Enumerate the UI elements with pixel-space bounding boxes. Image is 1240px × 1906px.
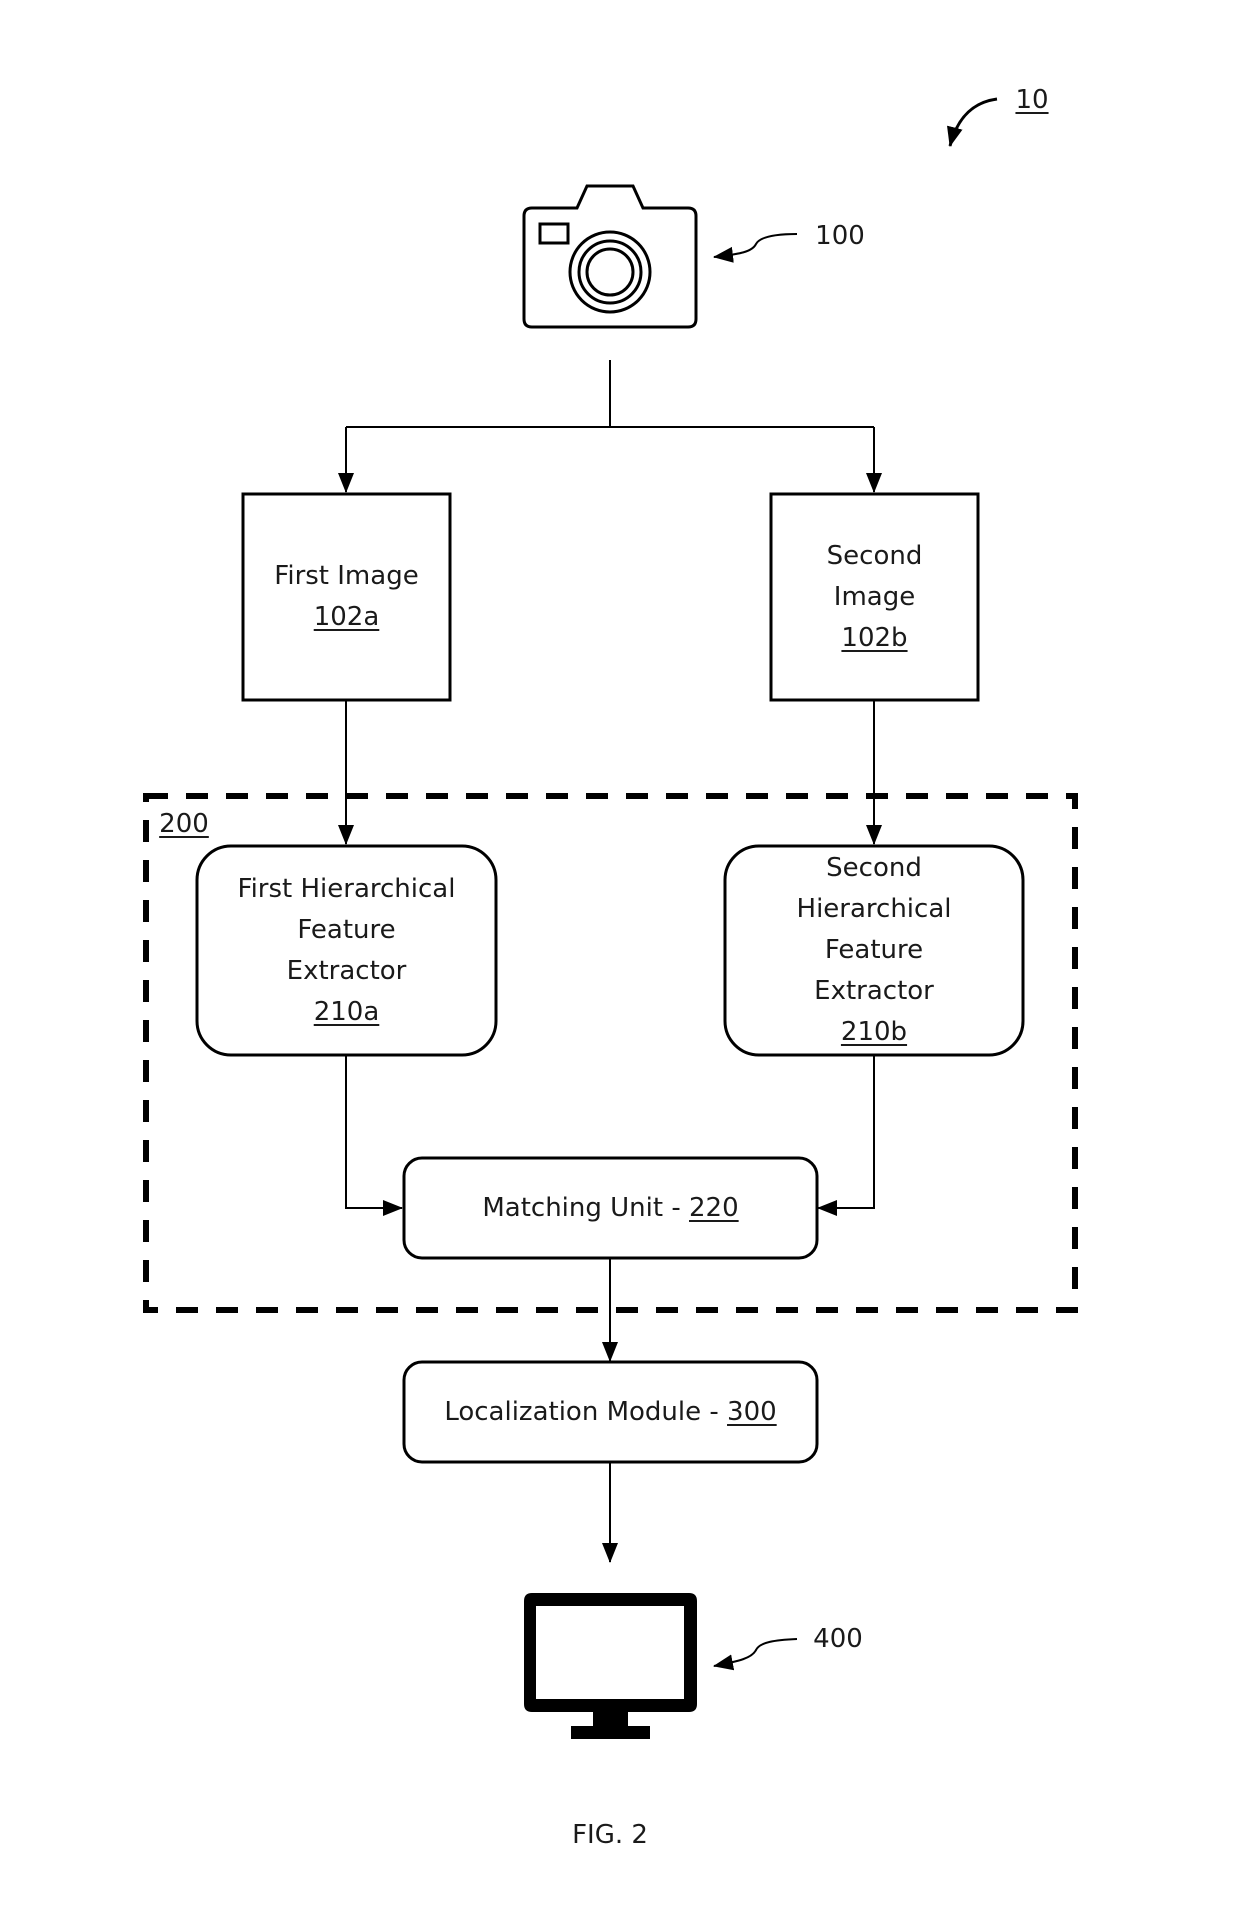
second-extractor-label: Second Hierarchical Feature Extractor 21… xyxy=(725,846,1023,1055)
second-extractor-line3: Feature xyxy=(824,935,924,965)
second-extractor-line4: Extractor xyxy=(814,976,934,1006)
second-extractor-line2: Hierarchical xyxy=(796,894,952,924)
edge-second-extractor-to-matching xyxy=(817,1055,875,1216)
diagram-canvas xyxy=(143,97,1078,1739)
second-image-ref: 102b xyxy=(841,622,908,653)
first-extractor-line1: First Hierarchical xyxy=(237,873,456,904)
display-ref-arrow xyxy=(713,1638,798,1671)
first-extractor-ref: 210a xyxy=(313,996,380,1027)
matching-unit-label: Matching Unit - 220 xyxy=(404,1158,817,1258)
localization-module-label: Localization Module - 300 xyxy=(404,1362,817,1462)
localization-module-title: Localization Module - xyxy=(444,1396,728,1427)
camera-ref-label: 100 xyxy=(815,221,865,251)
second-extractor-ref: 210b xyxy=(840,1017,908,1047)
system-ref-arrow xyxy=(947,97,998,147)
first-extractor-line3: Extractor xyxy=(286,955,407,986)
monitor-icon xyxy=(524,1593,697,1739)
second-image-title-line2: Image xyxy=(833,581,916,612)
figure-caption: FIG. 2 xyxy=(572,1820,648,1850)
matching-unit-title: Matching Unit - xyxy=(482,1192,689,1223)
first-image-ref: 102a xyxy=(313,602,380,632)
first-image-title: First Image xyxy=(274,561,419,591)
group-ref-label: 200 xyxy=(159,809,209,839)
edge-first-extractor-to-matching xyxy=(345,1055,403,1216)
display-ref-label: 400 xyxy=(813,1624,863,1654)
camera-split-connector xyxy=(338,360,882,493)
second-extractor-line1: Second xyxy=(826,853,922,883)
matching-unit-ref: 220 xyxy=(689,1192,739,1223)
camera-icon xyxy=(522,184,698,329)
first-extractor-line2: Feature xyxy=(297,914,396,945)
first-extractor-label: First Hierarchical Feature Extractor 210… xyxy=(197,846,496,1055)
localization-module-ref: 300 xyxy=(727,1396,777,1427)
first-image-label: First Image 102a xyxy=(243,494,450,700)
second-image-label: Second Image 102b xyxy=(771,494,978,700)
second-image-title-line1: Second xyxy=(826,540,923,571)
camera-ref-arrow xyxy=(713,233,798,263)
system-ref-label: 10 xyxy=(1015,85,1049,115)
